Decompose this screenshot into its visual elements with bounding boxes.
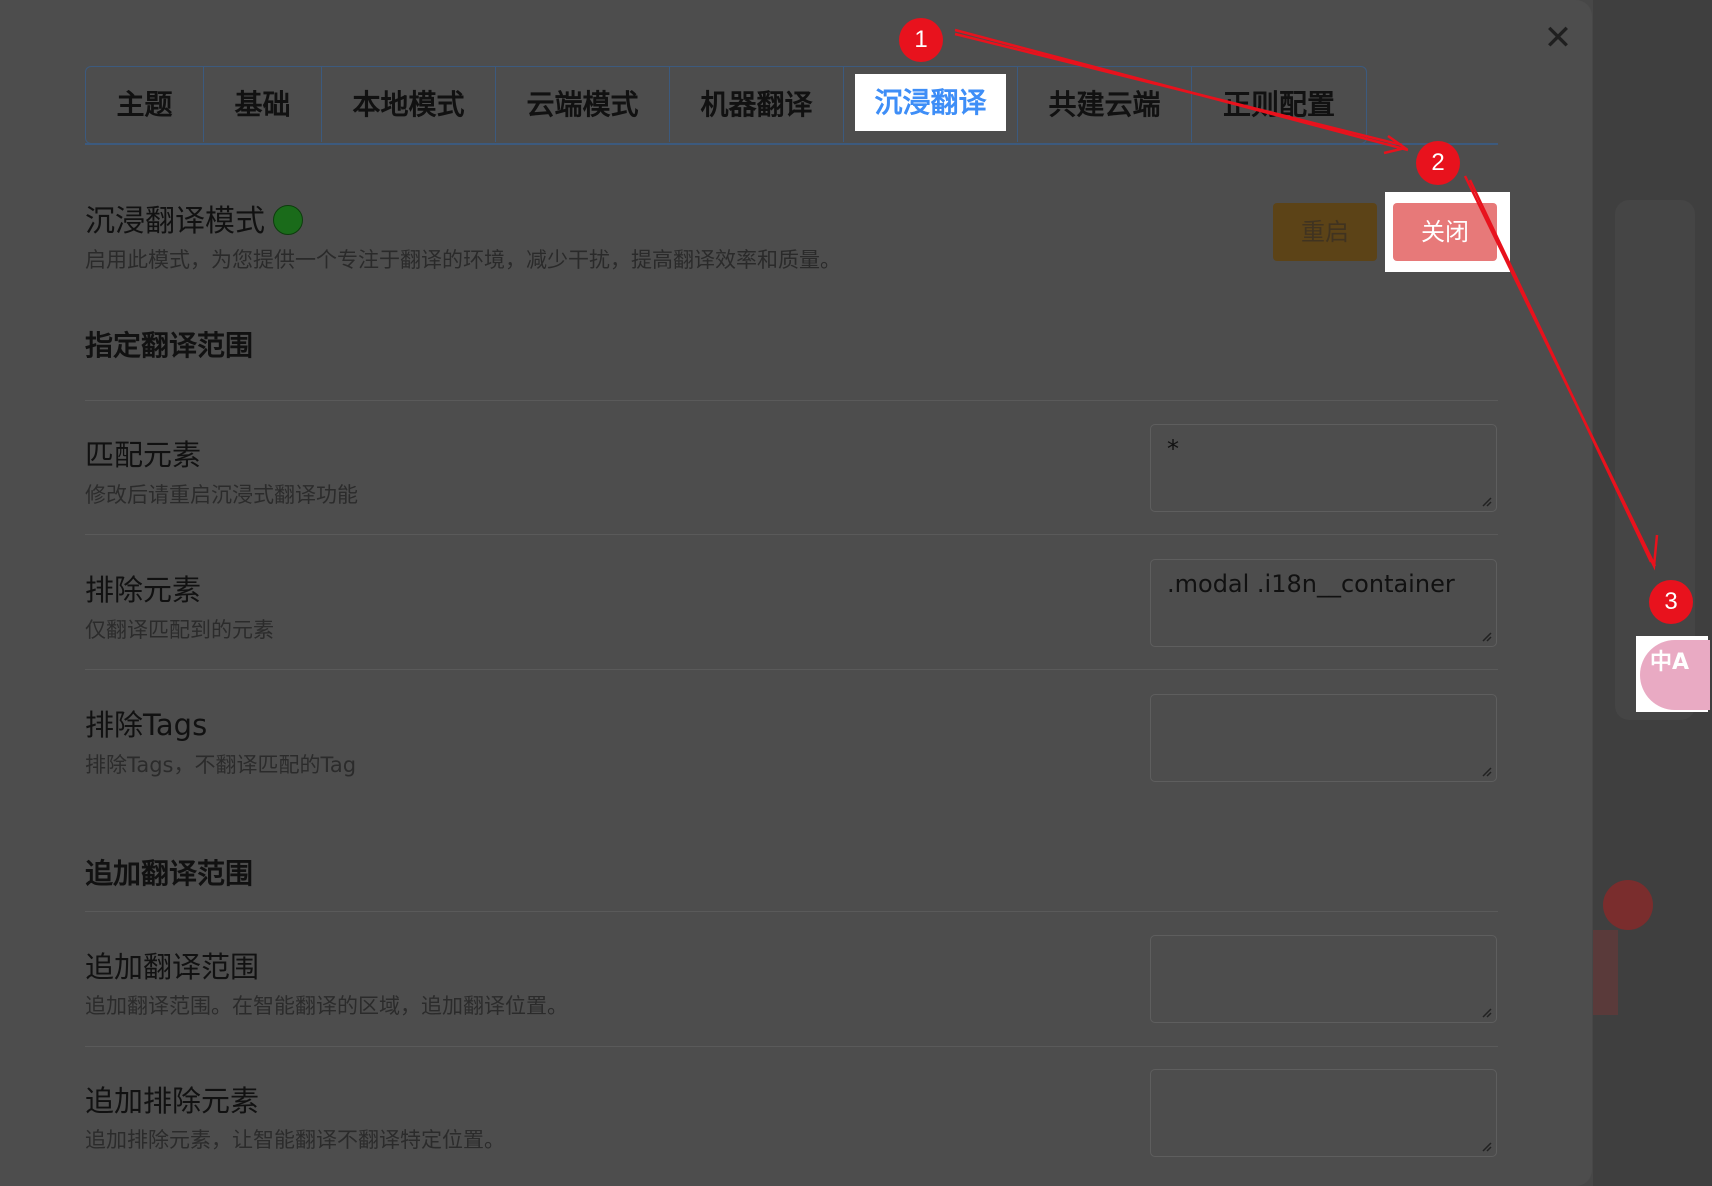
floating-translate-button[interactable]: 中A — [1640, 640, 1710, 710]
settings-modal: ✕ 主题 基础 本地模式 云端模式 机器翻译 沉浸翻译 共建云端 正则配置 沉浸… — [0, 0, 1592, 1186]
tab-shared-cloud[interactable]: 共建云端 — [1018, 67, 1192, 142]
divider — [85, 400, 1498, 401]
resize-grip-icon[interactable] — [1478, 628, 1492, 642]
match-elements-value: * — [1167, 435, 1179, 463]
tab-basic[interactable]: 基础 — [204, 67, 322, 142]
match-elements-textarea[interactable]: * — [1150, 424, 1497, 512]
append-exclude-textarea[interactable] — [1150, 1069, 1497, 1157]
exclude-tags-label: 排除Tags — [85, 708, 208, 742]
annotation-badge-2: 2 — [1416, 141, 1460, 185]
close-icon[interactable]: ✕ — [1540, 20, 1576, 56]
exclude-elements-value: .modal .i18n__container — [1167, 570, 1455, 598]
tab-regex-config[interactable]: 正则配置 — [1192, 67, 1366, 142]
match-elements-label: 匹配元素 — [85, 438, 202, 472]
close-mode-button[interactable]: 关闭 — [1393, 203, 1497, 261]
resize-grip-icon[interactable] — [1478, 1004, 1492, 1018]
background-dot — [1603, 880, 1653, 930]
exclude-tags-textarea[interactable] — [1150, 694, 1497, 782]
divider — [85, 534, 1498, 535]
divider — [85, 911, 1498, 912]
tab-immersive-label: 沉浸翻译 — [855, 74, 1006, 131]
exclude-elements-textarea[interactable]: .modal .i18n__container — [1150, 559, 1497, 647]
mode-title: 沉浸翻译模式 — [85, 204, 265, 239]
match-elements-hint: 修改后请重启沉浸式翻译功能 — [85, 483, 358, 507]
append-scope-hint: 追加翻译范围。在智能翻译的区域，追加翻译位置。 — [85, 994, 568, 1018]
resize-grip-icon[interactable] — [1478, 763, 1492, 777]
scope-section-title: 指定翻译范围 — [85, 329, 254, 362]
append-scope-label: 追加翻译范围 — [85, 950, 260, 984]
divider — [85, 1046, 1498, 1047]
exclude-elements-hint: 仅翻译匹配到的元素 — [85, 618, 274, 642]
tab-underline — [85, 143, 1498, 145]
mode-description: 启用此模式，为您提供一个专注于翻译的环境，减少干扰，提高翻译效率和质量。 — [85, 248, 841, 272]
tab-bar: 主题 基础 本地模式 云端模式 机器翻译 沉浸翻译 共建云端 正则配置 — [85, 66, 1367, 144]
resize-grip-icon[interactable] — [1478, 493, 1492, 507]
append-section-title: 追加翻译范围 — [85, 857, 254, 890]
tab-theme[interactable]: 主题 — [86, 67, 204, 142]
exclude-elements-label: 排除元素 — [85, 573, 202, 607]
annotation-badge-1: 1 — [899, 18, 943, 62]
status-indicator-icon — [273, 205, 303, 235]
tab-local-mode[interactable]: 本地模式 — [322, 67, 496, 142]
resize-grip-icon[interactable] — [1478, 1138, 1492, 1152]
exclude-tags-hint: 排除Tags，不翻译匹配的Tag — [85, 753, 357, 777]
tab-immersive-translation[interactable]: 沉浸翻译 — [844, 67, 1018, 142]
background-block — [1593, 930, 1618, 1015]
tab-cloud-mode[interactable]: 云端模式 — [496, 67, 670, 142]
append-exclude-label: 追加排除元素 — [85, 1084, 260, 1118]
annotation-badge-3: 3 — [1649, 580, 1693, 624]
translate-icon: 中A — [1650, 650, 1690, 675]
mode-title-row: 沉浸翻译模式 — [85, 196, 303, 240]
restart-button[interactable]: 重启 — [1273, 203, 1377, 261]
append-scope-textarea[interactable] — [1150, 935, 1497, 1023]
tab-machine-translation[interactable]: 机器翻译 — [670, 67, 844, 142]
divider — [85, 669, 1498, 670]
append-exclude-hint: 追加排除元素，让智能翻译不翻译特定位置。 — [85, 1128, 505, 1152]
